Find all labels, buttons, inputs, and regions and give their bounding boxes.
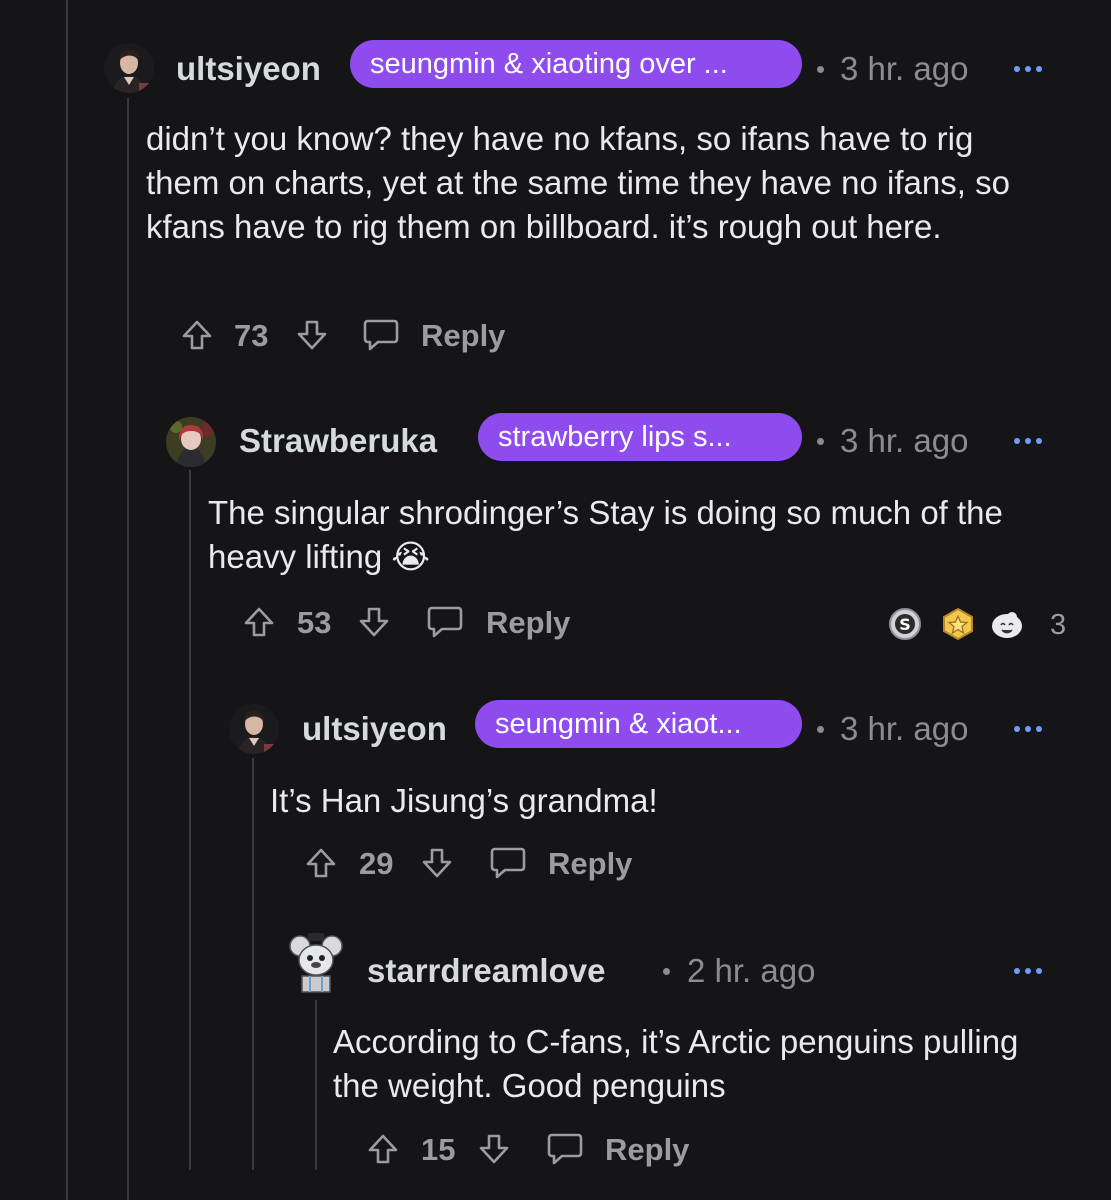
upvote-icon[interactable]	[304, 846, 338, 880]
downvote-icon[interactable]	[357, 605, 391, 639]
more-options-icon[interactable]	[1014, 724, 1044, 734]
reply-icon[interactable]	[546, 1131, 584, 1167]
reply-button[interactable]: Reply	[548, 846, 632, 882]
reply-icon[interactable]	[489, 845, 527, 881]
silver-award-icon[interactable]: S	[888, 607, 922, 641]
timestamp: 3 hr. ago	[840, 50, 969, 87]
reply-button[interactable]: Reply	[605, 1132, 689, 1168]
reply-icon[interactable]	[362, 317, 400, 353]
avatar[interactable]	[288, 932, 344, 994]
comment-body: The singular shrodinger’s Stay is doing …	[208, 494, 1003, 575]
separator-dot	[817, 66, 824, 73]
user-flair: seungmin & xiaoting over ...	[350, 40, 802, 88]
vote-score: 15	[421, 1132, 456, 1167]
upvote-icon[interactable]	[242, 605, 276, 639]
more-options-icon[interactable]	[1014, 966, 1044, 976]
avatar[interactable]	[166, 417, 216, 467]
vote-score: 73	[234, 318, 269, 353]
comment-body: didn’t you know? they have no kfans, so …	[146, 120, 1010, 245]
reply-icon[interactable]	[426, 604, 464, 640]
username[interactable]: ultsiyeon	[302, 710, 447, 748]
timestamp: 2 hr. ago	[687, 952, 816, 989]
avatar[interactable]	[104, 43, 154, 93]
comment-ultsiyeon-2: ultsiyeon seungmin & xiaot... 3 hr. ago …	[0, 680, 1111, 920]
more-options-icon[interactable]	[1014, 436, 1044, 446]
separator-dot	[817, 726, 824, 733]
upvote-icon[interactable]	[366, 1132, 400, 1166]
separator-dot	[817, 438, 824, 445]
user-flair: seungmin & xiaot...	[475, 700, 802, 748]
downvote-icon[interactable]	[477, 1132, 511, 1166]
comment-strawberuka: Strawberuka strawberry lips s... 3 hr. a…	[0, 380, 1111, 680]
timestamp: 3 hr. ago	[840, 422, 969, 459]
username[interactable]: ultsiyeon	[176, 50, 321, 88]
gold-star-award-icon[interactable]	[941, 607, 975, 641]
reply-button[interactable]: Reply	[486, 605, 570, 641]
comment-body: It’s Han Jisung’s grandma!	[270, 782, 658, 819]
awards-count: 3	[1050, 609, 1067, 641]
comment-body: According to C-fans, it’s Arctic penguin…	[333, 1023, 1019, 1104]
downvote-icon[interactable]	[295, 318, 329, 352]
timestamp: 3 hr. ago	[840, 710, 969, 747]
user-flair: strawberry lips s...	[478, 413, 802, 461]
comment-ultsiyeon-1: ultsiyeon seungmin & xiaoting over ... 3…	[0, 0, 1111, 380]
reply-button[interactable]: Reply	[421, 318, 505, 354]
more-options-icon[interactable]	[1014, 64, 1044, 74]
laughing-award-icon[interactable]	[990, 607, 1024, 641]
svg-text:S: S	[899, 615, 911, 634]
vote-score: 53	[297, 605, 332, 640]
username[interactable]: starrdreamlove	[367, 952, 605, 990]
separator-dot	[663, 968, 670, 975]
avatar[interactable]	[229, 704, 279, 754]
comment-starrdreamlove: starrdreamlove 2 hr. ago According to C-…	[0, 920, 1111, 1200]
downvote-icon[interactable]	[420, 846, 454, 880]
username[interactable]: Strawberuka	[239, 422, 437, 460]
vote-score: 29	[359, 846, 394, 881]
upvote-icon[interactable]	[180, 318, 214, 352]
